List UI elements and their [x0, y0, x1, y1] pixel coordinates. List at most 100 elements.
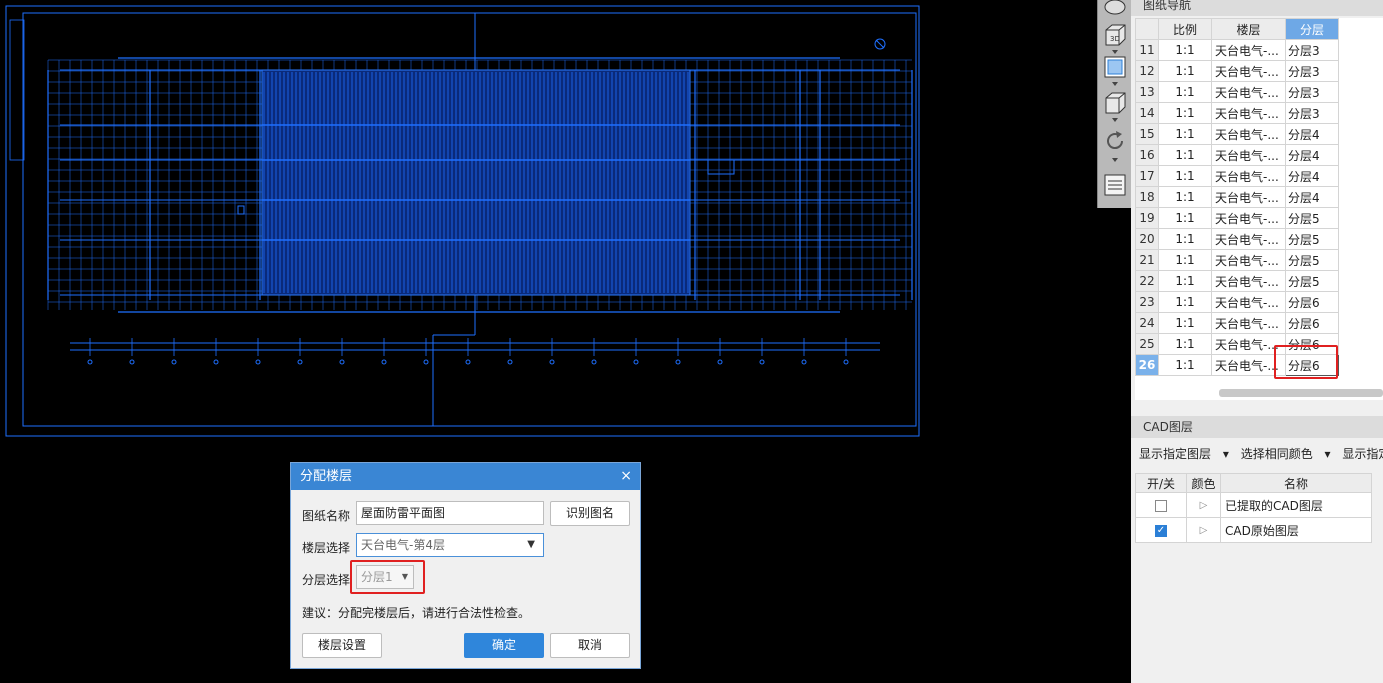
table-row[interactable]: 19 1:1 天台电气-... 分层5 [1135, 207, 1339, 229]
table-row[interactable]: 11 1:1 天台电气-... 分层3 [1135, 39, 1339, 61]
rotate-icon[interactable] [1102, 128, 1128, 154]
floor-settings-button[interactable]: 楼层设置 [302, 633, 382, 658]
table-row[interactable]: 21 1:1 天台电气-... 分层5 [1135, 249, 1339, 271]
scale-cell[interactable]: 1:1 [1158, 333, 1212, 355]
row-number[interactable]: 12 [1135, 60, 1159, 82]
layer-cell[interactable]: 分层5 [1285, 207, 1339, 229]
color-play-icon[interactable]: ▷ [1186, 517, 1221, 543]
scale-cell[interactable]: 1:1 [1158, 249, 1212, 271]
layer-cell[interactable]: 分层4 [1285, 186, 1339, 208]
layer-toggle-checkbox[interactable]: ✓ [1155, 524, 1167, 537]
drawing-nav-table: 比例 楼层 分层 11 1:1 天台电气-... 分层3 12 1:1 天台电气-... 分层… [1135, 18, 1383, 400]
floor-cell[interactable]: 天台电气-... [1211, 249, 1286, 271]
layer-cell[interactable]: 分层6 [1285, 291, 1339, 313]
scale-cell[interactable]: 1:1 [1158, 102, 1212, 124]
table-row[interactable]: 15 1:1 天台电气-... 分层4 [1135, 123, 1339, 145]
table-row[interactable]: 20 1:1 天台电气-... 分层5 [1135, 228, 1339, 250]
scale-cell[interactable]: 1:1 [1158, 39, 1212, 61]
scale-cell[interactable]: 1:1 [1158, 123, 1212, 145]
layer-cell[interactable]: 分层4 [1285, 123, 1339, 145]
scale-cell[interactable]: 1:1 [1158, 144, 1212, 166]
color-play-icon[interactable]: ▷ [1186, 492, 1221, 518]
scale-cell[interactable]: 1:1 [1158, 270, 1212, 292]
floor-cell[interactable]: 天台电气-... [1211, 102, 1286, 124]
floor-cell[interactable]: 天台电气-... [1211, 186, 1286, 208]
floor-cell[interactable]: 天台电气-... [1211, 144, 1286, 166]
cube-view-icon[interactable] [1102, 0, 1128, 20]
floor-cell[interactable]: 天台电气-... [1211, 81, 1286, 103]
horizontal-scrollbar[interactable] [1219, 389, 1383, 397]
row-number[interactable]: 23 [1135, 291, 1159, 313]
row-number[interactable]: 25 [1135, 333, 1159, 355]
table-row[interactable]: 18 1:1 天台电气-... 分层4 [1135, 186, 1339, 208]
3d-view-icon[interactable]: 3D [1102, 22, 1128, 48]
row-number[interactable]: 20 [1135, 228, 1159, 250]
row-number[interactable]: 17 [1135, 165, 1159, 187]
floor-cell[interactable]: 天台电气-... [1211, 39, 1286, 61]
table-row[interactable]: 24 1:1 天台电气-... 分层6 [1135, 312, 1339, 334]
row-number[interactable]: 11 [1135, 39, 1159, 61]
floor-cell[interactable]: 天台电气-... [1211, 228, 1286, 250]
box-view-icon[interactable] [1102, 90, 1128, 116]
top-view-icon[interactable] [1102, 54, 1128, 80]
row-number[interactable]: 19 [1135, 207, 1159, 229]
floor-cell[interactable]: 天台电气-... [1211, 270, 1286, 292]
drawing-name-input[interactable]: 屋面防雷平面图 [356, 501, 544, 525]
layer-select-label: 分层选择 [302, 573, 351, 587]
scale-cell[interactable]: 1:1 [1158, 60, 1212, 82]
row-number[interactable]: 24 [1135, 312, 1159, 334]
row-number[interactable]: 18 [1135, 186, 1159, 208]
col-floor[interactable]: 楼层 [1211, 18, 1286, 40]
layer-cell[interactable]: 分层4 [1285, 144, 1339, 166]
layer-cell[interactable]: 分层5 [1285, 228, 1339, 250]
select-same-color-dropdown[interactable]: 选择相同颜色 ▾ [1241, 447, 1331, 461]
row-number[interactable]: 14 [1135, 102, 1159, 124]
col-scale[interactable]: 比例 [1158, 18, 1212, 40]
layer-cell[interactable]: 分层3 [1285, 60, 1339, 82]
layer-cell[interactable]: 分层3 [1285, 102, 1339, 124]
floor-cell[interactable]: 天台电气-... [1211, 165, 1286, 187]
table-row[interactable]: 23 1:1 天台电气-... 分层6 [1135, 291, 1339, 313]
scale-cell[interactable]: 1:1 [1158, 291, 1212, 313]
floor-cell[interactable]: 天台电气-... [1211, 207, 1286, 229]
row-number[interactable]: 21 [1135, 249, 1159, 271]
table-row[interactable]: 12 1:1 天台电气-... 分层3 [1135, 60, 1339, 82]
table-row[interactable]: 13 1:1 天台电气-... 分层3 [1135, 81, 1339, 103]
floor-cell[interactable]: 天台电气-... [1211, 60, 1286, 82]
row-number[interactable]: 13 [1135, 81, 1159, 103]
recognize-name-button[interactable]: 识别图名 [550, 501, 630, 526]
scale-cell[interactable]: 1:1 [1158, 81, 1212, 103]
col-layer[interactable]: 分层 [1285, 18, 1339, 40]
layer-cell[interactable]: 分层4 [1285, 165, 1339, 187]
show-layer-dropdown[interactable]: 显示指定图层 ▾ [1139, 447, 1229, 461]
scale-cell[interactable]: 1:1 [1158, 354, 1212, 376]
table-row[interactable]: 22 1:1 天台电气-... 分层5 [1135, 270, 1339, 292]
cancel-button[interactable]: 取消 [550, 633, 630, 658]
scale-cell[interactable]: 1:1 [1158, 186, 1212, 208]
scale-cell[interactable]: 1:1 [1158, 207, 1212, 229]
layer-cell[interactable]: 分层3 [1285, 81, 1339, 103]
ok-button[interactable]: 确定 [464, 633, 544, 658]
layer-cell[interactable]: 分层3 [1285, 39, 1339, 61]
floor-select[interactable]: 天台电气-第4层 ▼ [356, 533, 544, 557]
layer-list-icon[interactable] [1102, 172, 1128, 198]
layer-cell[interactable]: 分层5 [1285, 270, 1339, 292]
table-row[interactable]: 16 1:1 天台电气-... 分层4 [1135, 144, 1339, 166]
floor-cell[interactable]: 天台电气-... [1211, 291, 1286, 313]
table-row[interactable]: 17 1:1 天台电气-... 分层4 [1135, 165, 1339, 187]
row-number[interactable]: 16 [1135, 144, 1159, 166]
row-number[interactable]: 26 [1135, 354, 1159, 376]
scale-cell[interactable]: 1:1 [1158, 312, 1212, 334]
table-row[interactable]: 14 1:1 天台电气-... 分层3 [1135, 102, 1339, 124]
close-icon[interactable]: × [620, 463, 632, 490]
row-number[interactable]: 15 [1135, 123, 1159, 145]
scale-cell[interactable]: 1:1 [1158, 228, 1212, 250]
layer-cell[interactable]: 分层6 [1285, 312, 1339, 334]
show-drawing-dropdown[interactable]: 显示指定图 [1342, 447, 1383, 461]
layer-toggle-checkbox[interactable] [1155, 499, 1167, 512]
scale-cell[interactable]: 1:1 [1158, 165, 1212, 187]
floor-cell[interactable]: 天台电气-... [1211, 123, 1286, 145]
floor-cell[interactable]: 天台电气-... [1211, 312, 1286, 334]
row-number[interactable]: 22 [1135, 270, 1159, 292]
layer-cell[interactable]: 分层5 [1285, 249, 1339, 271]
